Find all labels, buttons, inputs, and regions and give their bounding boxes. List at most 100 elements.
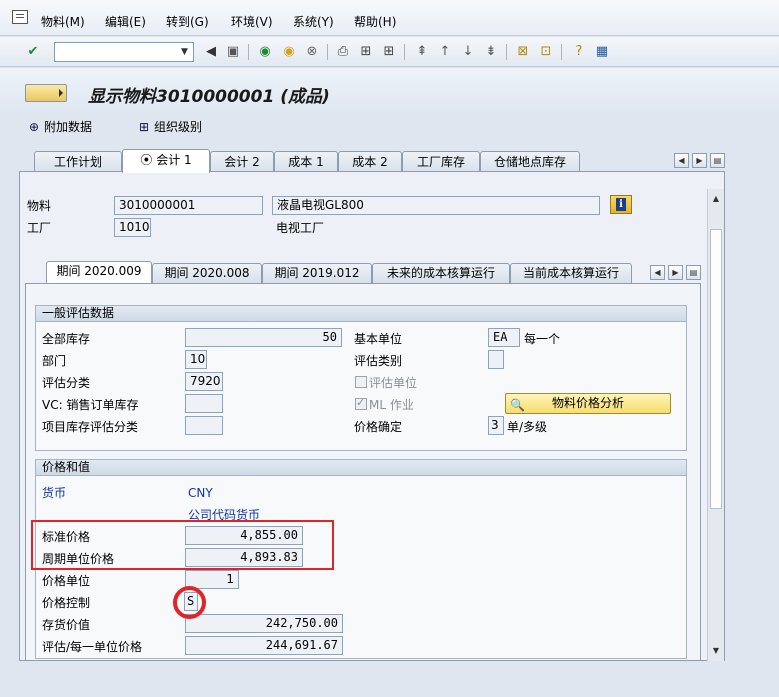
find-icon[interactable]: ⊞ [357,43,375,61]
system-menu-icon[interactable] [12,10,28,24]
magnifier-icon: 🔍 [510,398,525,412]
vc-sales-order-stock-label: VC: 销售订单库存 [42,398,139,412]
display-mode-icon[interactable] [25,84,67,102]
project-stock-valuation-class-label: 项目库存评估分类 [42,420,139,434]
chevron-down-icon[interactable]: ▼ [177,44,192,60]
base-unit-label: 基本单位 [354,332,403,346]
prices-values-group: 价格和值 [35,459,687,659]
tab-current-costing-run[interactable]: 当前成本核算运行 [510,263,632,283]
division-label: 部门 [42,354,67,368]
tab-scroll-left-icon[interactable]: ◀ [674,153,689,168]
project-stock-valuation-class-field[interactable] [185,416,223,435]
menu-system[interactable]: 系统(Y) [293,14,334,30]
cancel-icon[interactable]: ⊗ [303,43,321,61]
tab-period-2020-008[interactable]: 期间 2020.008 [152,263,262,283]
info-icon: i [616,198,626,211]
print-icon[interactable]: ⎙ [334,43,352,61]
menu-goto[interactable]: 转到(G) [166,14,209,30]
valuated-unit-label: 评估单位 [369,376,418,390]
tab-costing-1[interactable]: 成本 1 [274,151,338,173]
material-label: 物料 [27,199,52,213]
division-field[interactable]: 10 [185,350,207,369]
tab-costing-2[interactable]: 成本 2 [338,151,402,173]
menu-help[interactable]: 帮助(H) [354,14,396,30]
additional-data-button[interactable]: ⊕ 附加数据 [27,118,92,135]
vc-sales-order-stock-field[interactable] [185,394,223,413]
command-field[interactable]: ▼ [54,42,194,62]
vertical-scrollbar[interactable]: ▲ ▼ [707,189,724,661]
tab-plant-stock[interactable]: 工厂库存 [402,151,480,173]
price-unit-field[interactable]: 1 [185,570,239,589]
valuated-unit-checkbox[interactable] [355,376,367,388]
tab-period-2020-009[interactable]: 期间 2020.009 [46,261,152,283]
material-description-field[interactable]: 液晶电视GL800 [272,196,600,215]
back-icon[interactable]: ◉ [256,43,274,61]
total-stock-field[interactable]: 50 [185,328,342,347]
price-determination-field[interactable]: 3 [488,416,504,435]
valuated-unit-price-field[interactable]: 244,691.67 [185,636,343,655]
period-list-icon[interactable]: ▤ [686,265,701,280]
info-button[interactable]: i [610,195,632,214]
valuation-category-field[interactable] [488,350,504,369]
next-page-icon[interactable]: ↓ [459,43,477,61]
company-code-currency-label: 公司代码货币 [188,508,261,522]
last-page-icon[interactable]: ⇟ [482,43,500,61]
customize-layout-icon[interactable]: ▦ [593,43,611,61]
price-control-label: 价格控制 [42,596,91,610]
enter-check-icon[interactable]: ✔ [24,43,42,61]
previous-page-icon[interactable]: ↑ [436,43,454,61]
menu-environment[interactable]: 环境(V) [231,14,273,30]
tab-work-scheduling[interactable]: 工作计划 [34,151,122,173]
collapse-command-icon[interactable]: ◀ [202,43,220,61]
plant-field[interactable]: 1010 [114,218,151,237]
tab-list-icon[interactable]: ▤ [710,153,725,168]
standard-price-label: 标准价格 [42,530,91,544]
price-control-field[interactable]: S [184,592,198,611]
menu-edit[interactable]: 编辑(E) [105,14,146,30]
scroll-down-icon[interactable]: ▼ [710,645,722,657]
stock-value-field[interactable]: 242,750.00 [185,614,343,633]
valuation-category-label: 评估类别 [354,354,403,368]
price-determination-label: 价格确定 [354,420,403,434]
first-page-icon[interactable]: ⇞ [413,43,431,61]
currency-label: 货币 [42,486,67,500]
tab-scroll-right-icon[interactable]: ▶ [692,153,707,168]
create-session-icon[interactable]: ⊠ [514,43,532,61]
additional-data-icon: ⊕ [28,119,40,134]
tab-period-2019-012[interactable]: 期间 2019.012 [262,263,372,283]
period-scroll-left-icon[interactable]: ◀ [650,265,665,280]
standard-price-field[interactable]: 4,855.00 [185,526,303,545]
valuated-unit-price-label: 评估/每一单位价格 [42,640,143,654]
tab-accounting-1[interactable]: ⦿ 会计 1 [122,149,210,173]
help-icon[interactable]: ? [570,43,588,61]
material-price-analysis-button[interactable]: 🔍 物料价格分析 [505,393,671,414]
tab-accounting-2[interactable]: 会计 2 [210,151,274,173]
tab-storage-location-stock[interactable]: 仓储地点库存 [480,151,580,173]
valuation-class-field[interactable]: 7920 [185,372,223,391]
valuation-class-label: 评估分类 [42,376,91,390]
general-valuation-title: 一般评估数据 [36,306,686,322]
save-icon[interactable]: ▣ [224,43,242,61]
scroll-up-icon[interactable]: ▲ [710,193,722,205]
org-levels-label: 组织级别 [154,120,203,134]
tab-future-costing-run[interactable]: 未来的成本核算运行 [372,263,510,283]
period-scroll-right-icon[interactable]: ▶ [668,265,683,280]
periodic-unit-price-label: 周期单位价格 [42,552,115,566]
currency-value: CNY [188,486,213,500]
additional-data-label: 附加数据 [44,120,93,134]
shortcut-icon[interactable]: ⊡ [537,43,555,61]
base-unit-description: 每一个 [524,332,561,346]
page-title: 显示物料3010000001 (成品) [88,87,330,107]
plant-description: 电视工厂 [276,221,325,235]
exit-icon[interactable]: ◉ [280,43,298,61]
periodic-unit-price-field[interactable]: 4,893.83 [185,548,303,567]
menu-material[interactable]: 物料(M) [41,14,85,30]
base-unit-field[interactable]: EA [488,328,520,347]
ml-act-checkbox[interactable] [355,396,367,410]
scrollbar-thumb[interactable] [710,229,722,509]
stock-value-label: 存货价值 [42,618,91,632]
find-next-icon[interactable]: ⊞ [380,43,398,61]
material-number-field[interactable]: 3010000001 [114,196,263,215]
price-unit-label: 价格单位 [42,574,91,588]
org-levels-button[interactable]: ⊞ 组织级别 [137,118,202,135]
